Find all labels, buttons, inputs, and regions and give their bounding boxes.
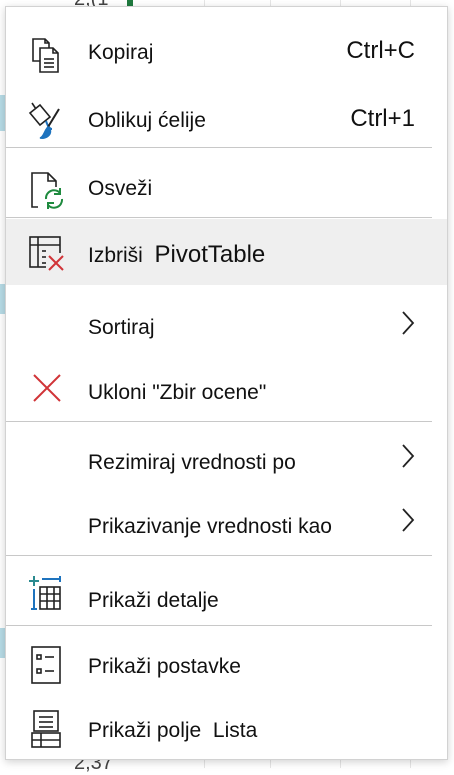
delete-pivot-icon [26, 233, 66, 273]
context-menu: Kopiraj Ctrl+C Oblikuj ćelije Ctrl+1 Osv… [5, 6, 448, 760]
menu-separator [6, 421, 432, 422]
menu-item-delete-pivot[interactable]: Izbriši PivotTable [6, 219, 447, 285]
menu-item-label: Osveži [88, 177, 153, 200]
menu-item-label: Prikaži detalje [88, 589, 219, 612]
menu-item-label: Ukloni "Zbir ocene" [88, 381, 267, 404]
menu-item-show-field-list[interactable]: Prikaži polje Lista [6, 695, 447, 759]
menu-separator [6, 147, 432, 148]
field-list-label: Prikaži polje [88, 719, 202, 742]
field-list-label-suffix: Lista [212, 719, 258, 742]
menu-item-label: Izbriši PivotTable [88, 241, 265, 269]
chevron-right-icon [401, 443, 415, 469]
chevron-right-icon [401, 507, 415, 533]
details-table-icon [26, 573, 66, 613]
shortcut-text: Ctrl+1 [350, 105, 415, 132]
menu-item-remove-field[interactable]: Ukloni "Zbir ocene" [6, 357, 447, 421]
menu-item-label: Prikaži postavke [88, 655, 241, 678]
menu-item-label: Prikaži polje Lista [88, 719, 257, 743]
shortcut-text: Ctrl+C [346, 37, 415, 64]
paint-bucket-icon [26, 101, 66, 141]
menu-separator [6, 625, 432, 626]
menu-item-format-cells[interactable]: Oblikuj ćelije Ctrl+1 [6, 87, 447, 151]
menu-separator [6, 217, 432, 218]
remove-x-icon [30, 371, 70, 411]
delete-label-suffix: PivotTable [154, 241, 266, 268]
menu-item-refresh[interactable]: Osveži [6, 155, 447, 219]
menu-separator [6, 555, 432, 556]
menu-item-show-details[interactable]: Prikaži detalje [6, 559, 447, 623]
refresh-document-icon [26, 169, 66, 209]
chevron-right-icon [401, 310, 415, 336]
copy-icon [26, 35, 66, 75]
menu-item-show-values-as[interactable]: Prikazivanje vrednosti kao [6, 489, 447, 553]
menu-item-summarize[interactable]: Rezimiraj vrednosti po [6, 425, 447, 489]
menu-item-label: Oblikuj ćelije [88, 109, 206, 132]
menu-item-label: Sortiraj [88, 316, 155, 339]
field-list-icon [26, 709, 66, 749]
menu-item-copy[interactable]: Kopiraj Ctrl+C [6, 21, 447, 85]
delete-label: Izbriši [88, 244, 143, 267]
menu-item-sort[interactable]: Sortiraj [6, 293, 447, 357]
menu-item-label: Prikazivanje vrednosti kao [88, 515, 332, 538]
menu-item-show-items[interactable]: Prikaži postavke [6, 631, 447, 695]
menu-item-label: Rezimiraj vrednosti po [88, 451, 296, 474]
menu-item-label: Kopiraj [88, 41, 154, 64]
list-items-icon [26, 645, 66, 685]
